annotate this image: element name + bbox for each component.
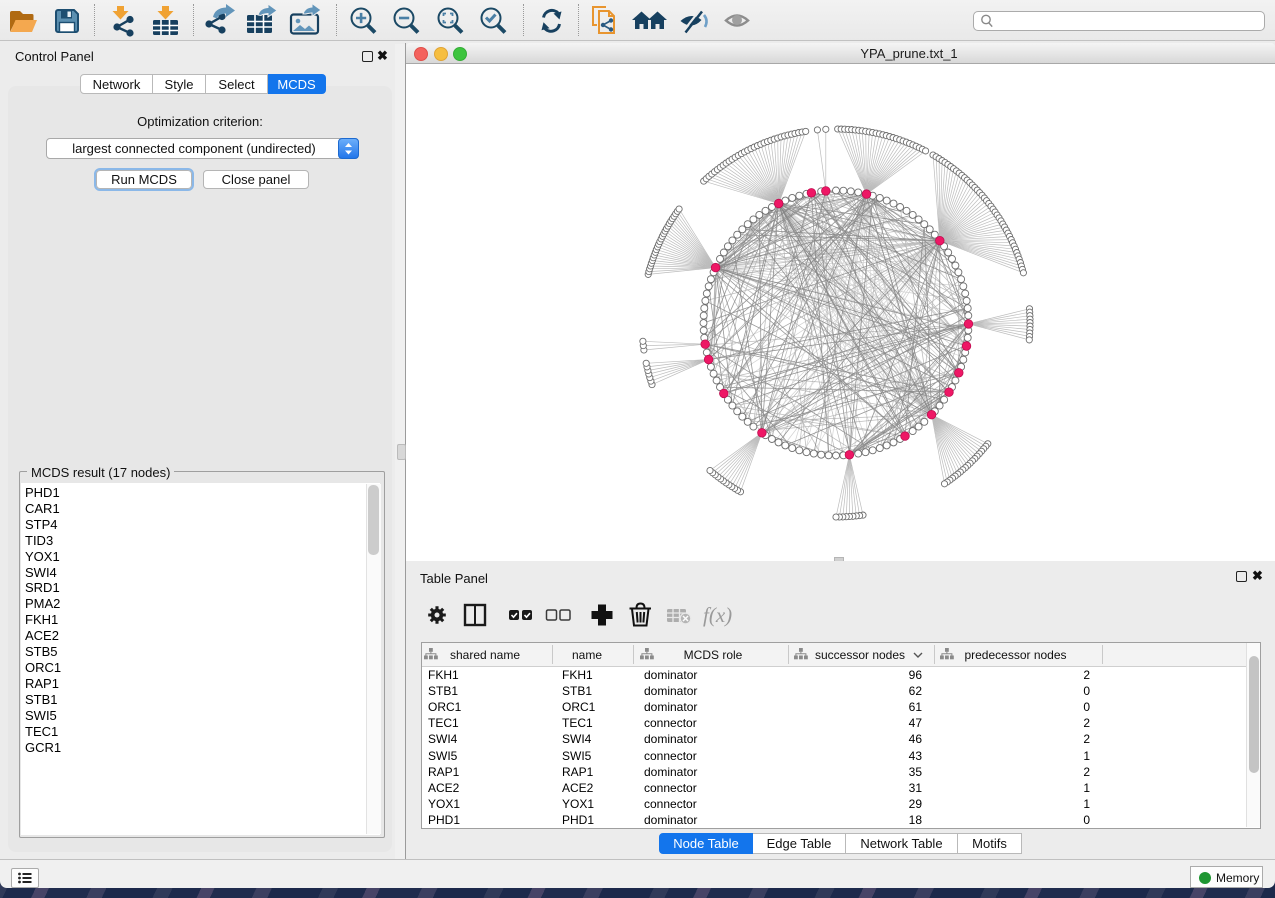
svg-text:f(x): f(x) bbox=[703, 603, 732, 627]
